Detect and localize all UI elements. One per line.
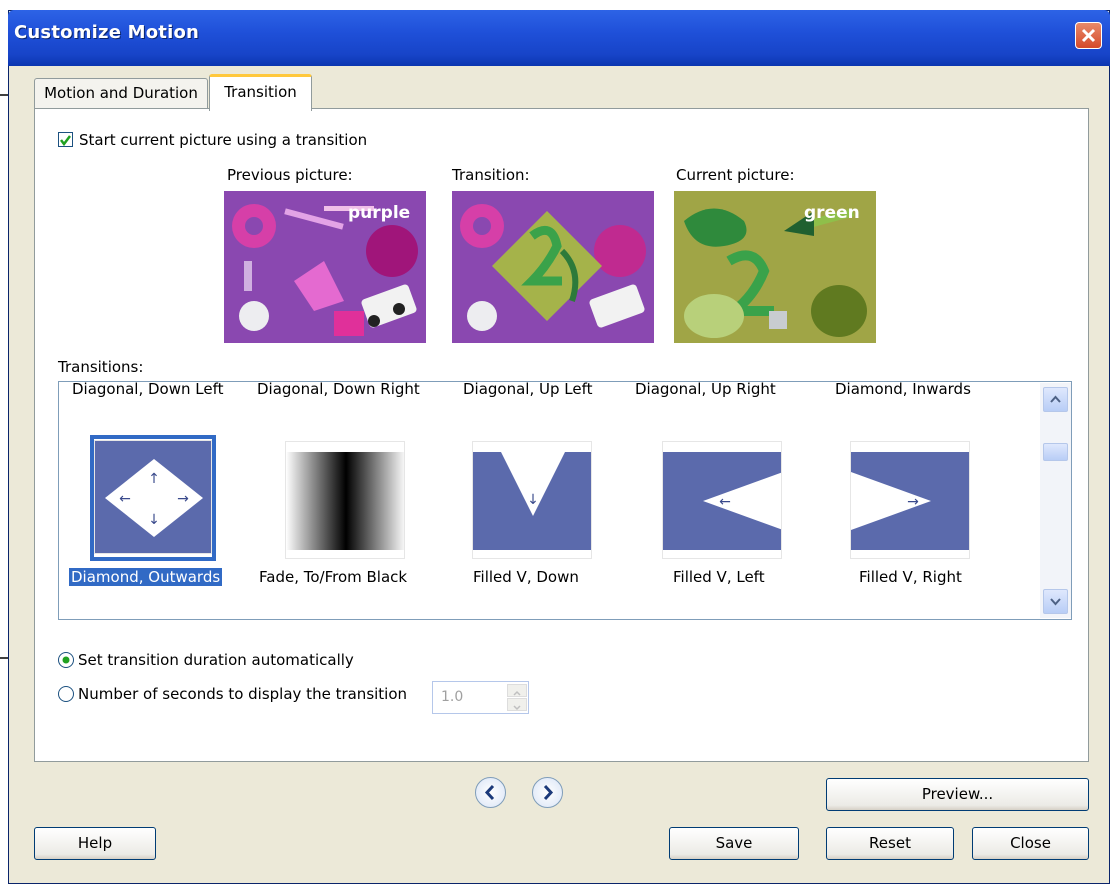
previous-picture-label: Previous picture:: [227, 166, 353, 184]
previous-picture-button[interactable]: [475, 777, 506, 808]
svg-text:→: →: [177, 491, 189, 507]
dialog-title: Customize Motion: [14, 22, 200, 43]
spin-down-button: [507, 698, 527, 711]
manual-duration-label: Number of seconds to display the transit…: [78, 685, 408, 703]
svg-text:→: →: [907, 494, 919, 510]
transition-item-diamond-outwards[interactable]: ↑ ↓ ← →: [94, 440, 212, 554]
transition-item-fade-black[interactable]: [285, 441, 405, 559]
transition-label-filled-v-right[interactable]: Filled V, Right: [859, 568, 962, 586]
transition-label-diagonal-up-left[interactable]: Diagonal, Up Left: [463, 382, 593, 398]
previous-picture-caption: purple: [348, 203, 411, 223]
transition-label-diagonal-down-left[interactable]: Diagonal, Down Left: [72, 382, 224, 398]
start-transition-checkbox[interactable]: [58, 132, 73, 147]
svg-text:←: ←: [719, 494, 731, 510]
close-icon: [1081, 28, 1096, 43]
transition-label-diamond-outwards[interactable]: Diamond, Outwards: [69, 568, 223, 586]
transitions-scrollbar[interactable]: [1040, 383, 1071, 618]
save-button[interactable]: Save: [669, 827, 799, 860]
chevron-right-icon: [543, 784, 554, 801]
seconds-spinner: 1.0: [432, 681, 529, 714]
current-picture-label: Current picture:: [676, 166, 795, 184]
transition-label-filled-v-down[interactable]: Filled V, Down: [473, 568, 579, 586]
transition-preview-image: [452, 191, 654, 343]
transitions-label: Transitions:: [58, 358, 144, 376]
preview-button[interactable]: Preview...: [826, 778, 1089, 811]
manual-duration-radio[interactable]: [58, 686, 74, 702]
svg-text:←: ←: [119, 491, 131, 507]
close-window-button[interactable]: [1075, 22, 1102, 49]
tab-transition[interactable]: Transition: [209, 74, 312, 111]
previous-picture-image: purple: [224, 191, 426, 343]
start-transition-label: Start current picture using a transition: [79, 131, 368, 149]
transition-label-fade-black[interactable]: Fade, To/From Black: [259, 568, 407, 586]
transition-item-filled-v-left[interactable]: ←: [662, 441, 782, 559]
help-button[interactable]: Help: [34, 827, 156, 860]
scroll-thumb[interactable]: [1043, 443, 1068, 461]
scroll-up-button[interactable]: [1043, 387, 1068, 412]
seconds-value: 1.0: [441, 689, 464, 705]
svg-text:↓: ↓: [148, 512, 160, 528]
svg-text:↑: ↑: [148, 471, 160, 487]
next-picture-button[interactable]: [532, 777, 563, 808]
transition-item-filled-v-down[interactable]: ↓: [472, 441, 592, 559]
transition-label-filled-v-left[interactable]: Filled V, Left: [673, 568, 765, 586]
transition-label-diagonal-down-right[interactable]: Diagonal, Down Right: [257, 382, 420, 398]
current-picture-caption: green: [804, 203, 860, 223]
svg-text:↓: ↓: [527, 492, 539, 508]
scroll-down-button[interactable]: [1043, 589, 1068, 614]
transition-preview-label: Transition:: [452, 166, 530, 184]
spin-up-button: [507, 684, 527, 697]
chevron-up-icon: [1050, 395, 1061, 403]
close-button[interactable]: Close: [972, 827, 1089, 860]
chevron-left-icon: [484, 784, 495, 801]
transition-label-diagonal-up-right[interactable]: Diagonal, Up Right: [635, 382, 776, 398]
checkmark-icon: [60, 135, 71, 147]
auto-duration-radio[interactable]: [58, 652, 74, 668]
chevron-down-icon: [1050, 598, 1061, 606]
transitions-list[interactable]: Diagonal, Down Left Diagonal, Down Right…: [58, 381, 1072, 620]
reset-button[interactable]: Reset: [826, 827, 954, 860]
chevron-down-icon: [513, 705, 521, 711]
radio-dot-icon: [62, 656, 70, 664]
transition-label-diamond-inwards[interactable]: Diamond, Inwards: [835, 382, 971, 398]
tab-motion-and-duration[interactable]: Motion and Duration: [34, 78, 208, 108]
current-picture-image: green: [674, 191, 876, 343]
auto-duration-label: Set transition duration automatically: [78, 651, 354, 669]
transition-item-filled-v-right[interactable]: →: [850, 441, 970, 559]
